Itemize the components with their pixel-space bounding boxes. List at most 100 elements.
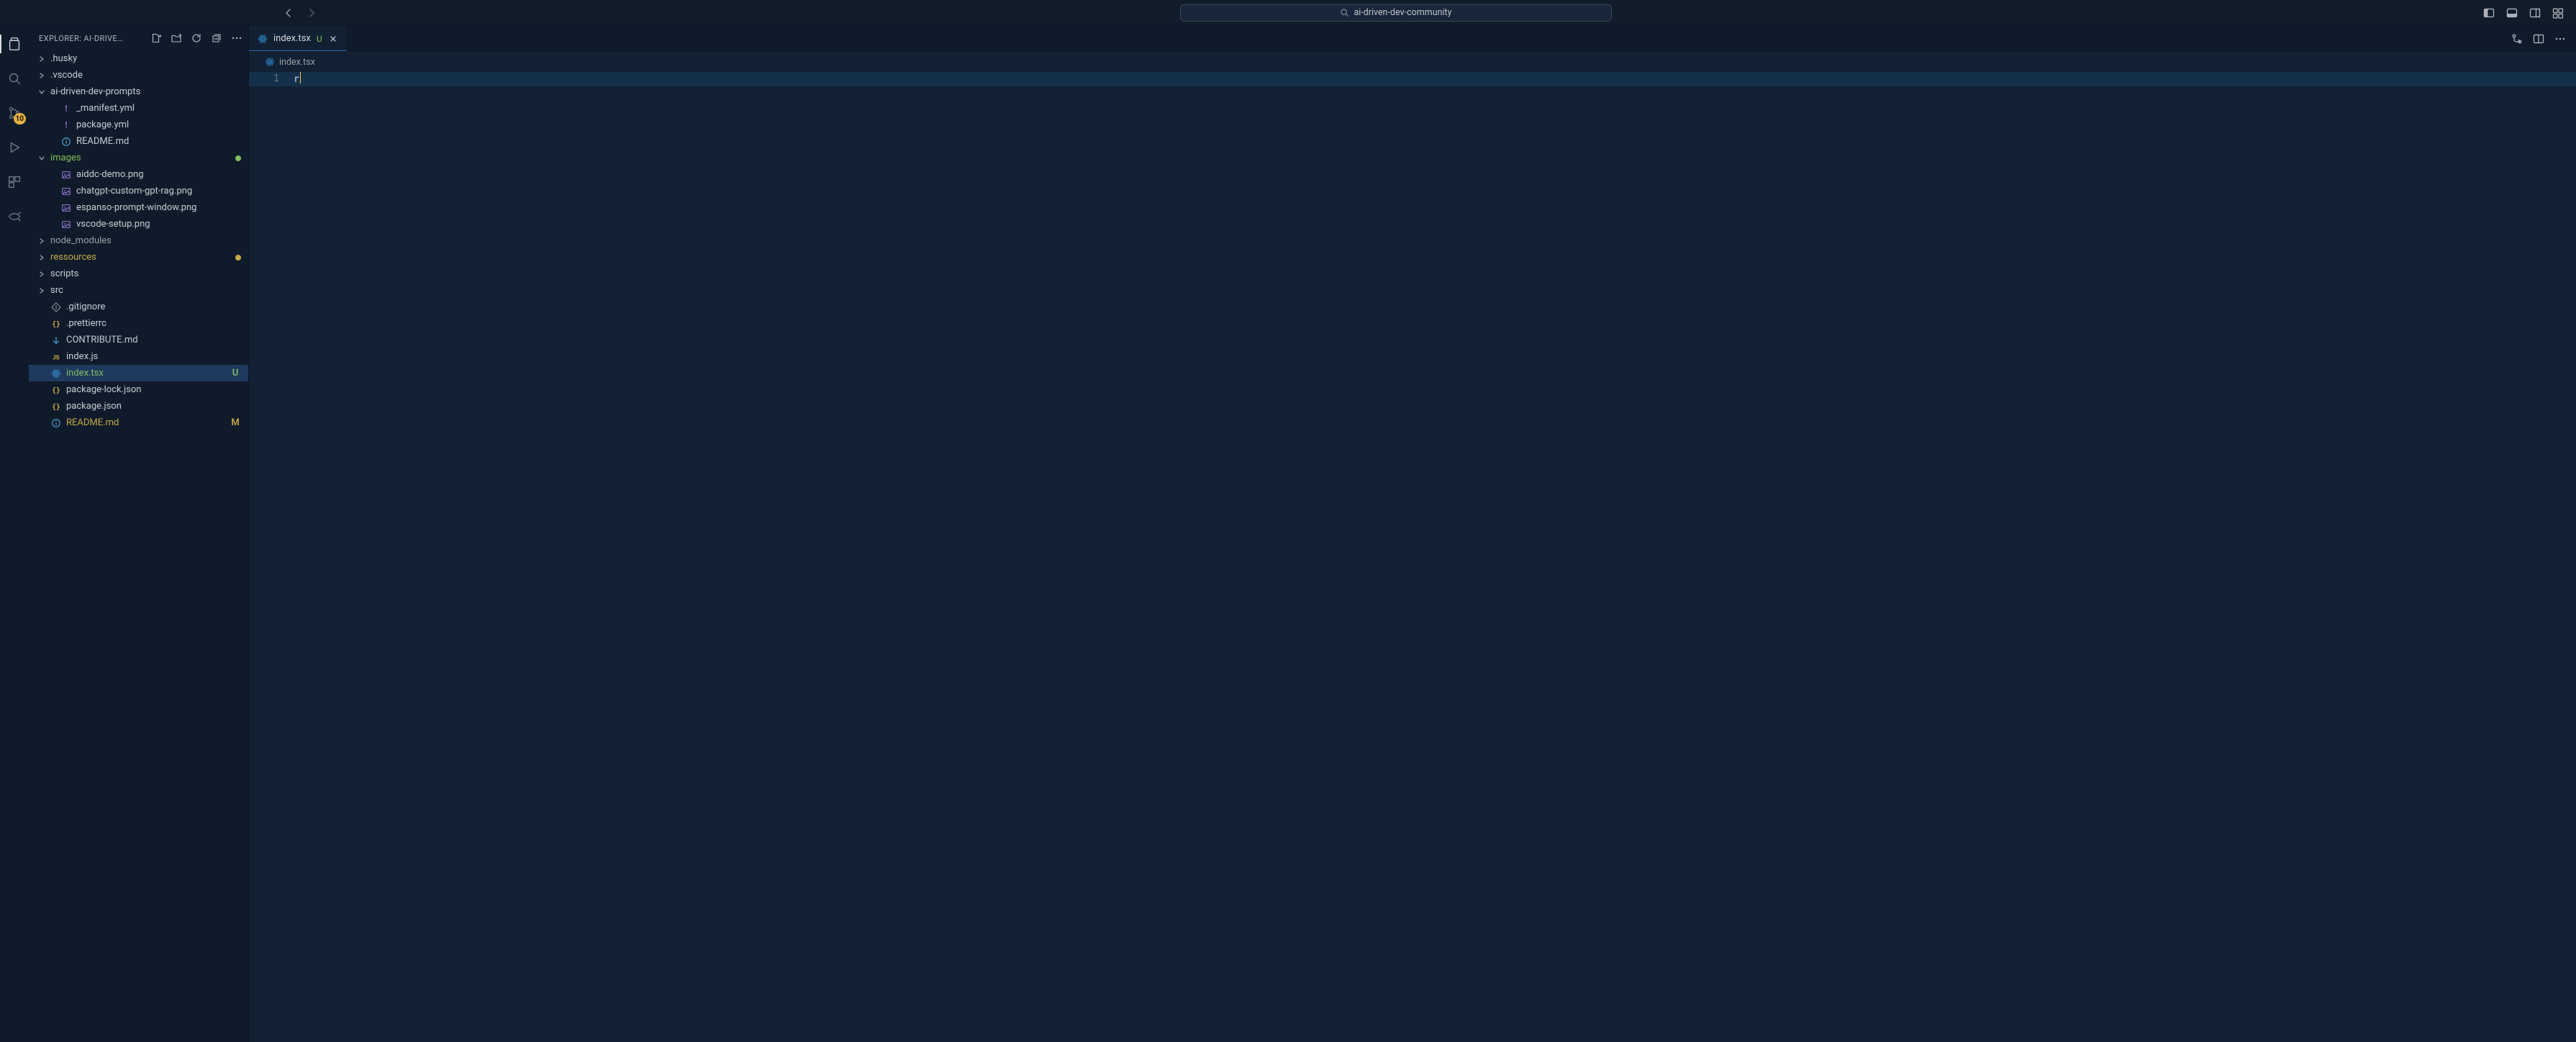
tree-folder[interactable]: ai-driven-dev-prompts <box>29 83 248 100</box>
customize-layout-icon[interactable] <box>2552 6 2564 19</box>
chevron-right-icon[interactable] <box>37 237 46 245</box>
tree-file[interactable]: README.md <box>29 133 248 150</box>
activity-search[interactable] <box>0 66 29 91</box>
tree-file[interactable]: espanso-prompt-window.png <box>29 199 248 216</box>
tree-item-label: ressources <box>50 252 231 263</box>
editor-group: index.tsxU index.tsx 1 r <box>249 26 2576 1042</box>
explorer-sidebar: EXPLORER: AI-DRIVE… .husky.vscodeai-driv… <box>29 26 249 1042</box>
tree-item-label: README.md <box>66 417 225 428</box>
tree-file[interactable]: chatgpt-custom-gpt-rag.png <box>29 183 248 199</box>
tree-file[interactable]: {}package-lock.json <box>29 381 248 398</box>
breadcrumb-file: index.tsx <box>279 57 315 68</box>
scm-badge: 10 <box>14 113 26 124</box>
text-cursor <box>300 72 301 83</box>
tree-item-label: scripts <box>50 268 241 279</box>
json-icon: {} <box>50 318 62 330</box>
tree-item-label: CONTRIBUTE.md <box>66 335 241 345</box>
twisty-none <box>37 402 46 411</box>
twisty-none <box>37 419 46 427</box>
activity-live-share[interactable] <box>0 204 29 229</box>
close-icon[interactable] <box>328 34 338 44</box>
editor-tab[interactable]: index.tsxU <box>249 26 348 51</box>
nav-forward-button[interactable] <box>305 6 318 19</box>
chevron-down-icon[interactable] <box>37 88 46 96</box>
chevron-right-icon[interactable] <box>37 270 46 278</box>
tree-file[interactable]: index.tsxU <box>29 365 248 381</box>
tree-item-label: aiddc-demo.png <box>76 169 241 180</box>
new-file-icon[interactable] <box>150 32 162 44</box>
chevron-right-icon[interactable] <box>37 71 46 80</box>
chevron-down-icon[interactable] <box>37 154 46 163</box>
tree-folder[interactable]: .husky <box>29 50 248 67</box>
explorer-more-icon[interactable] <box>231 32 242 44</box>
tree-item-label: src <box>50 285 241 296</box>
tree-item-label: .husky <box>50 53 241 64</box>
toggle-primary-sidebar-icon[interactable] <box>2482 6 2495 19</box>
tree-item-label: images <box>50 153 231 163</box>
tree-item-label: package.yml <box>76 119 241 130</box>
editor-more-icon[interactable] <box>2554 33 2566 45</box>
breadcrumb[interactable]: index.tsx <box>249 52 2576 72</box>
svg-text:!: ! <box>64 120 69 130</box>
search-icon <box>1340 8 1349 17</box>
chevron-right-icon[interactable] <box>37 286 46 295</box>
tree-folder[interactable]: images <box>29 150 248 166</box>
tree-file[interactable]: .gitignore <box>29 299 248 315</box>
tree-item-label: .vscode <box>50 70 241 81</box>
activity-explorer[interactable] <box>0 32 29 56</box>
collapse-all-icon[interactable] <box>211 32 222 44</box>
tree-item-label: package.json <box>66 401 241 412</box>
twisty-none <box>47 121 56 130</box>
git-status-letter: M <box>230 417 241 428</box>
tree-folder[interactable]: node_modules <box>29 232 248 249</box>
new-folder-icon[interactable] <box>171 32 182 44</box>
svg-text:{}: {} <box>52 403 60 411</box>
chevron-right-icon[interactable] <box>37 55 46 63</box>
compare-changes-icon[interactable] <box>2511 33 2523 45</box>
tree-folder[interactable]: .vscode <box>29 67 248 83</box>
tree-file[interactable]: {} package.json <box>29 398 248 414</box>
toggle-panel-icon[interactable] <box>2505 6 2518 19</box>
tree-file[interactable]: {}.prettierrc <box>29 315 248 332</box>
command-center-search[interactable]: ai-driven-dev-community <box>1180 4 1612 22</box>
title-bar: ai-driven-dev-community <box>0 0 2576 26</box>
chevron-right-icon[interactable] <box>37 253 46 262</box>
tree-folder[interactable]: scripts <box>29 266 248 282</box>
refresh-icon[interactable] <box>191 32 202 44</box>
split-editor-icon[interactable] <box>2533 33 2544 45</box>
activity-run-debug[interactable] <box>0 135 29 160</box>
git-status-dot <box>235 155 241 161</box>
tree-item-label: index.tsx <box>66 368 225 379</box>
twisty-none <box>37 353 46 361</box>
tree-item-label: package-lock.json <box>66 384 241 395</box>
file-tree[interactable]: .husky .vscode ai-driven-dev-prompts !_mani… <box>29 50 248 1042</box>
svg-text:{}: {} <box>52 320 60 328</box>
tree-folder[interactable]: src <box>29 282 248 299</box>
image-icon <box>60 202 72 214</box>
tree-folder[interactable]: ressources <box>29 249 248 266</box>
tree-item-label: .gitignore <box>66 302 241 312</box>
info-icon <box>60 136 72 148</box>
tree-file[interactable]: !_manifest.yml <box>29 100 248 117</box>
twisty-none <box>47 171 56 179</box>
tree-file[interactable]: README.md M <box>29 414 248 431</box>
twisty-none <box>47 187 56 196</box>
nav-back-button[interactable] <box>282 6 295 19</box>
tree-item-label: ai-driven-dev-prompts <box>50 86 241 97</box>
toggle-secondary-sidebar-icon[interactable] <box>2529 6 2541 19</box>
activity-extensions[interactable] <box>0 170 29 194</box>
tree-file[interactable]: JSindex.js <box>29 348 248 365</box>
json-icon: {} <box>50 401 62 412</box>
tree-file[interactable]: aiddc-demo.png <box>29 166 248 183</box>
tree-file[interactable]: vscode-setup.png <box>29 216 248 232</box>
twisty-none <box>37 336 46 345</box>
tree-file[interactable]: CONTRIBUTE.md <box>29 332 248 348</box>
tree-file[interactable]: ! package.yml <box>29 117 248 133</box>
tab-bar: index.tsxU <box>249 26 2576 52</box>
activity-source-control[interactable]: 10 <box>0 101 29 125</box>
twisty-none <box>47 104 56 113</box>
code-content[interactable]: r <box>294 72 2576 87</box>
minimap[interactable] <box>2571 72 2576 1042</box>
git-icon <box>50 302 62 313</box>
text-editor[interactable]: 1 r <box>249 72 2576 1042</box>
